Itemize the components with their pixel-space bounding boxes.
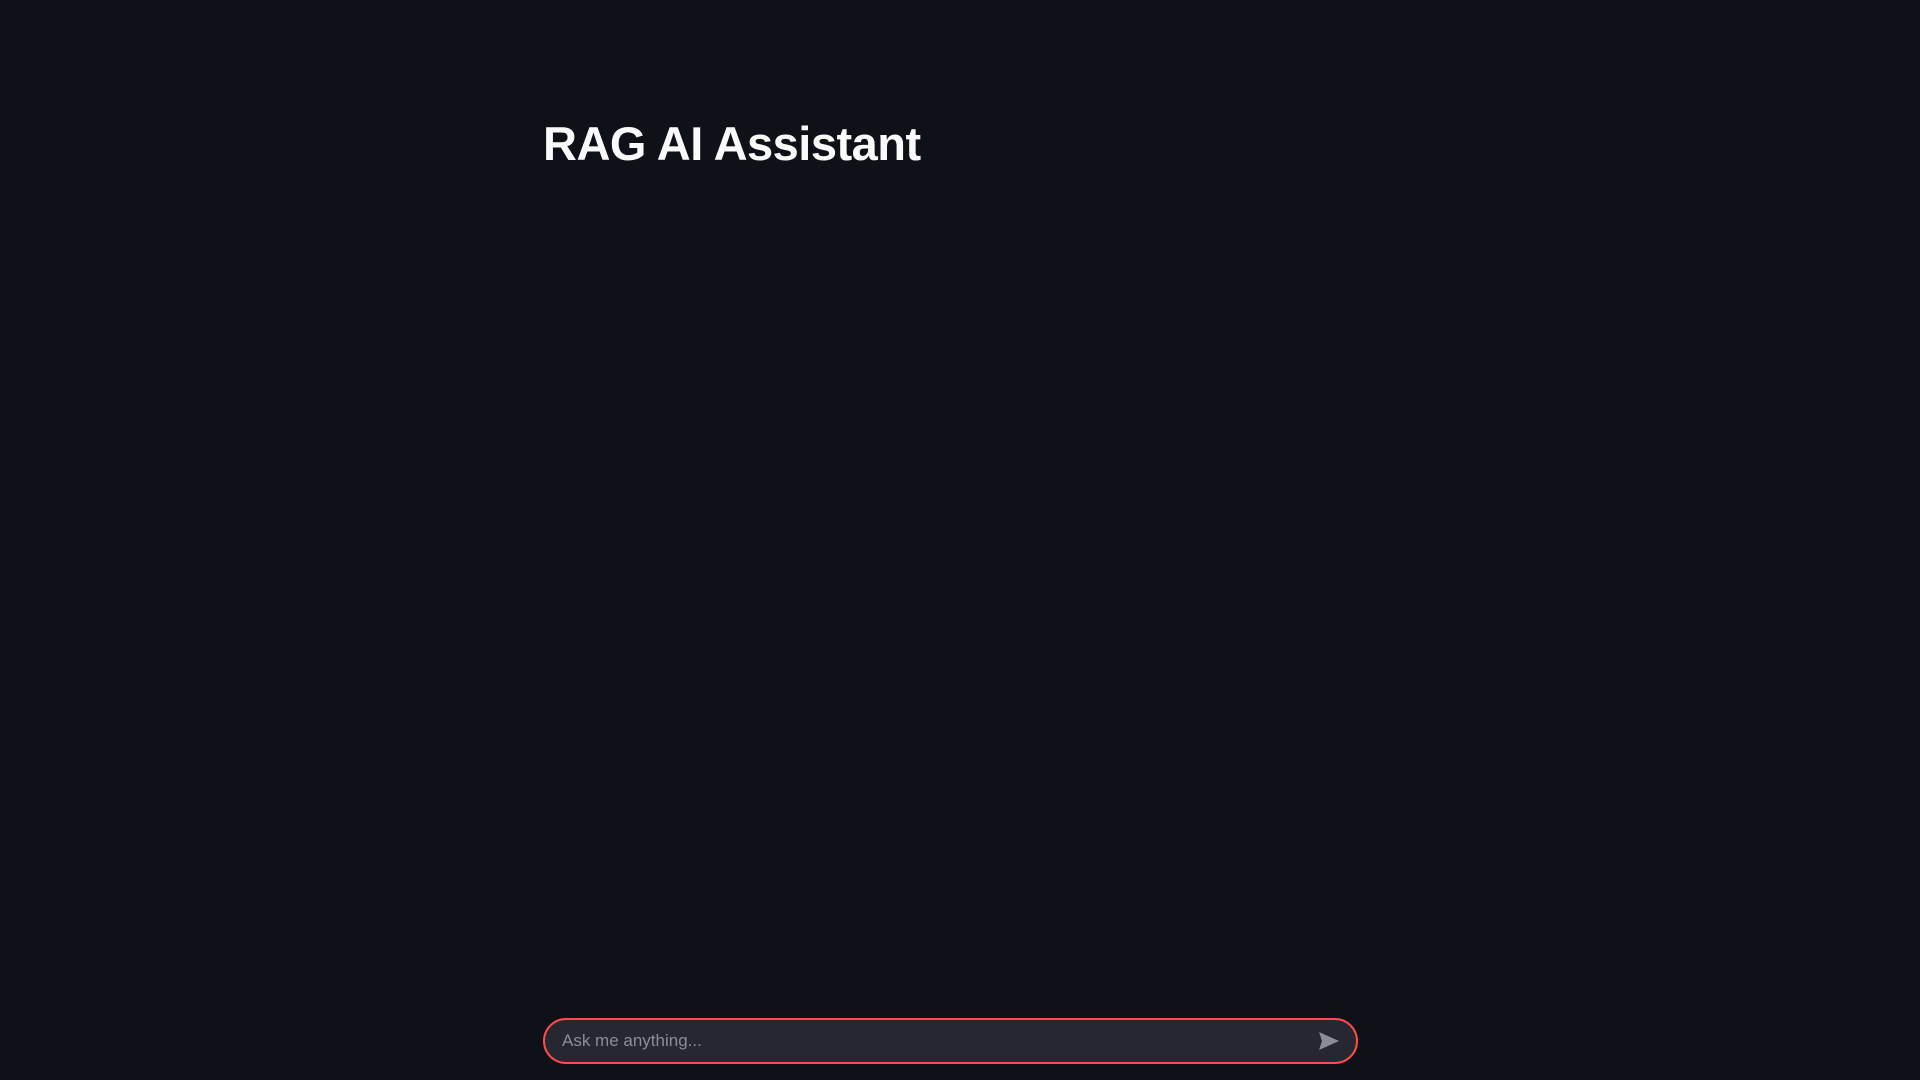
page-title: RAG AI Assistant xyxy=(543,117,921,170)
app-window: RAG AI Assistant xyxy=(0,0,1920,1080)
send-icon xyxy=(1319,1032,1339,1050)
send-button[interactable] xyxy=(1306,1020,1352,1062)
chat-input-bar xyxy=(543,1018,1358,1064)
chat-input[interactable] xyxy=(545,1020,1306,1062)
